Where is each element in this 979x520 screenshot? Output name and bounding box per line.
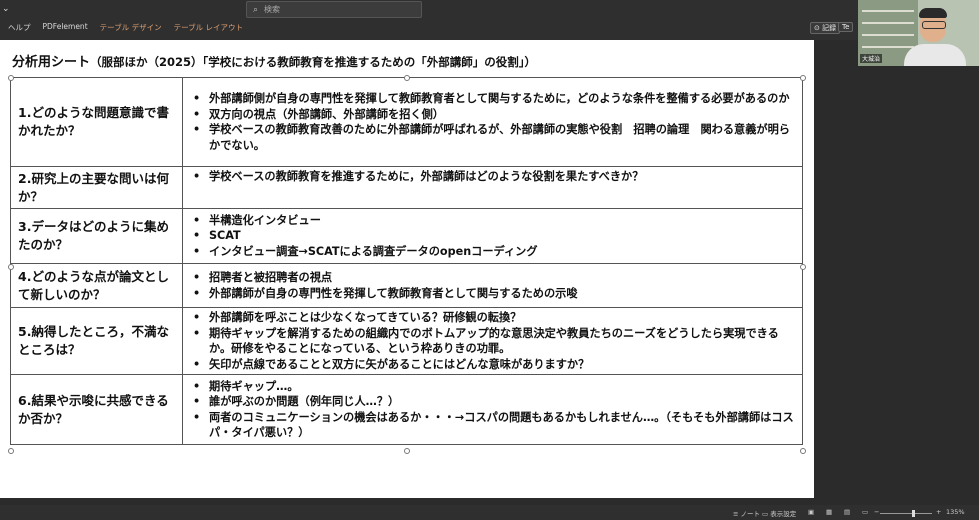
answer-item: 学校ベースの教師教育改善のために外部講師が呼ばれるが、外部講師の実態や役割 招聘…	[191, 122, 796, 153]
answer-cell[interactable]: 学校ベースの教師教育を推進するために，外部講師はどのような役割を果たすべきか？	[182, 166, 803, 209]
resize-handle[interactable]	[8, 448, 14, 454]
tab-help[interactable]: ヘルプ	[8, 22, 31, 33]
answer-item: 期待ギャップ…。	[191, 379, 796, 395]
teams-share-button[interactable]: Te	[838, 22, 854, 32]
answer-item: 外部講師が自身の専門性を発揮して教師教育者として関与するための示唆	[191, 286, 796, 302]
question-cell[interactable]: 3.データはどのように集めたのか？	[10, 208, 183, 264]
share-label: Te	[842, 23, 850, 31]
search-input[interactable]: ⌕ 検索	[246, 1, 422, 18]
answer-item: 期待ギャップを解消するための組織内でのボトムアップ的な意思決定や教員たちのニーズ…	[191, 326, 796, 357]
tab-table-design[interactable]: テーブル デザイン	[100, 22, 162, 33]
resize-handle[interactable]	[404, 75, 410, 81]
answer-cell[interactable]: 招聘者と被招聘者の視点 外部講師が自身の専門性を発揮して教師教育者として関与する…	[182, 263, 803, 308]
answer-item: SCAT	[191, 228, 796, 244]
zoom-slider-knob[interactable]	[912, 510, 915, 517]
table-row: 2.研究上の主要な問いは何か？ 学校ベースの教師教育を推進するために，外部講師は…	[10, 166, 803, 209]
resize-handle[interactable]	[800, 75, 806, 81]
resize-handle[interactable]	[800, 448, 806, 454]
table-row: 5.納得したところ，不満なところは？ 外部講師を呼ぶことは少なくなってきている？…	[10, 307, 803, 375]
webcam-tile: 大城治	[858, 0, 979, 66]
ribbon: ⌄ ⌕ 検索 ヘルプ PDFelement テーブル デザイン テーブル レイア…	[0, 0, 979, 40]
record-label: 記録	[822, 24, 837, 32]
participant-name: 大城治	[860, 54, 883, 63]
slide-title-sub: （服部ほか（2025）「学校における教師教育を推進するための「外部講師」の役割」…	[90, 55, 537, 69]
person-hair	[919, 8, 947, 18]
answer-item: 矢印が点線であることと双方に矢があることにはどんな意味がありますか？	[191, 357, 796, 373]
reading-view-icon[interactable]: ▤	[844, 508, 850, 516]
analysis-table[interactable]: 1.どのような問題意識で書かれたか？ 外部講師側が自身の専門性を発揮して教師教育…	[10, 77, 803, 445]
question-cell[interactable]: 5.納得したところ，不満なところは？	[10, 307, 183, 375]
table-row: 1.どのような問題意識で書かれたか？ 外部講師側が自身の専門性を発揮して教師教育…	[10, 77, 803, 167]
answer-item: 両者のコミュニケーションの機会はあるか・・・→コスパの問題もあるかもしれません……	[191, 410, 796, 441]
slide-title-main: 分析用シート	[12, 55, 91, 70]
question-cell[interactable]: 6.結果や示唆に共感できるか否か？	[10, 374, 183, 445]
chevron-down-icon[interactable]: ⌄	[2, 4, 10, 14]
display-settings-button[interactable]: ▭ 表示設定	[762, 508, 796, 518]
slide-title: 分析用シート（服部ほか（2025）「学校における教師教育を推進するための「外部講…	[12, 51, 536, 70]
answer-item: 招聘者と被招聘者の視点	[191, 270, 796, 286]
zoom-in-icon[interactable]: +	[936, 508, 941, 516]
glasses	[922, 21, 946, 29]
slide: 分析用シート（服部ほか（2025）「学校における教師教育を推進するための「外部講…	[0, 40, 814, 498]
resize-handle[interactable]	[404, 448, 410, 454]
answer-item: 半構造化インタビュー	[191, 213, 796, 229]
search-placeholder: 検索	[264, 5, 281, 14]
slideshow-icon[interactable]: ▭	[862, 508, 868, 516]
search-icon: ⌕	[253, 4, 259, 15]
answer-item: 外部講師側が自身の専門性を発揮して教師教育者として関与するために，どのような条件…	[191, 91, 796, 107]
answer-cell[interactable]: 期待ギャップ…。 誰が呼ぶのか問題（例年同じ人…？） 両者のコミュニケーションの…	[182, 374, 803, 445]
answer-item: 誰が呼ぶのか問題（例年同じ人…？）	[191, 394, 796, 410]
notes-button[interactable]: ≡ ノート	[733, 508, 760, 518]
tab-table-layout[interactable]: テーブル レイアウト	[174, 22, 243, 33]
zoom-slider[interactable]	[880, 513, 932, 514]
answer-item: インタビュー調査→SCATによる調査データのopenコーディング	[191, 244, 796, 260]
table-row: 4.どのような点が論文として新しいのか？ 招聘者と被招聘者の視点 外部講師が自身…	[10, 263, 803, 308]
answer-item: 外部講師を呼ぶことは少なくなってきている？研修観の転換？	[191, 310, 796, 326]
answer-item: 学校ベースの教師教育を推進するために，外部講師はどのような役割を果たすべきか？	[191, 169, 796, 185]
record-button[interactable]: ⊙ 記録	[810, 22, 841, 34]
resize-handle[interactable]	[8, 264, 14, 270]
table-row: 3.データはどのように集めたのか？ 半構造化インタビュー SCAT インタビュー…	[10, 208, 803, 264]
notes-label: ノート	[740, 510, 761, 518]
resize-handle[interactable]	[800, 264, 806, 270]
ribbon-tabs: ヘルプ PDFelement テーブル デザイン テーブル レイアウト	[8, 22, 243, 33]
status-bar: ≡ ノート ▭ 表示設定 ▣ ▦ ▤ ▭ − + 135%	[0, 505, 979, 520]
tab-pdfelement[interactable]: PDFelement	[43, 22, 88, 33]
question-cell[interactable]: 4.どのような点が論文として新しいのか？	[10, 263, 183, 308]
question-cell[interactable]: 2.研究上の主要な問いは何か？	[10, 166, 183, 209]
normal-view-icon[interactable]: ▣	[808, 508, 814, 516]
zoom-out-icon[interactable]: −	[874, 508, 879, 516]
answer-cell[interactable]: 外部講師側が自身の専門性を発揮して教師教育者として関与するために，どのような条件…	[182, 77, 803, 167]
zoom-level[interactable]: 135%	[946, 508, 965, 516]
display-settings-label: 表示設定	[770, 510, 797, 518]
answer-cell[interactable]: 外部講師を呼ぶことは少なくなってきている？研修観の転換？ 期待ギャップを解消する…	[182, 307, 803, 375]
slide-sorter-icon[interactable]: ▦	[826, 508, 832, 516]
answer-cell[interactable]: 半構造化インタビュー SCAT インタビュー調査→SCATによる調査データのop…	[182, 208, 803, 264]
person-body	[904, 44, 966, 66]
answer-item: 双方向の視点（外部講師、外部講師を招く側）	[191, 107, 796, 123]
resize-handle[interactable]	[8, 75, 14, 81]
table-row: 6.結果や示唆に共感できるか否か？ 期待ギャップ…。 誰が呼ぶのか問題（例年同じ…	[10, 374, 803, 445]
question-cell[interactable]: 1.どのような問題意識で書かれたか？	[10, 77, 183, 167]
